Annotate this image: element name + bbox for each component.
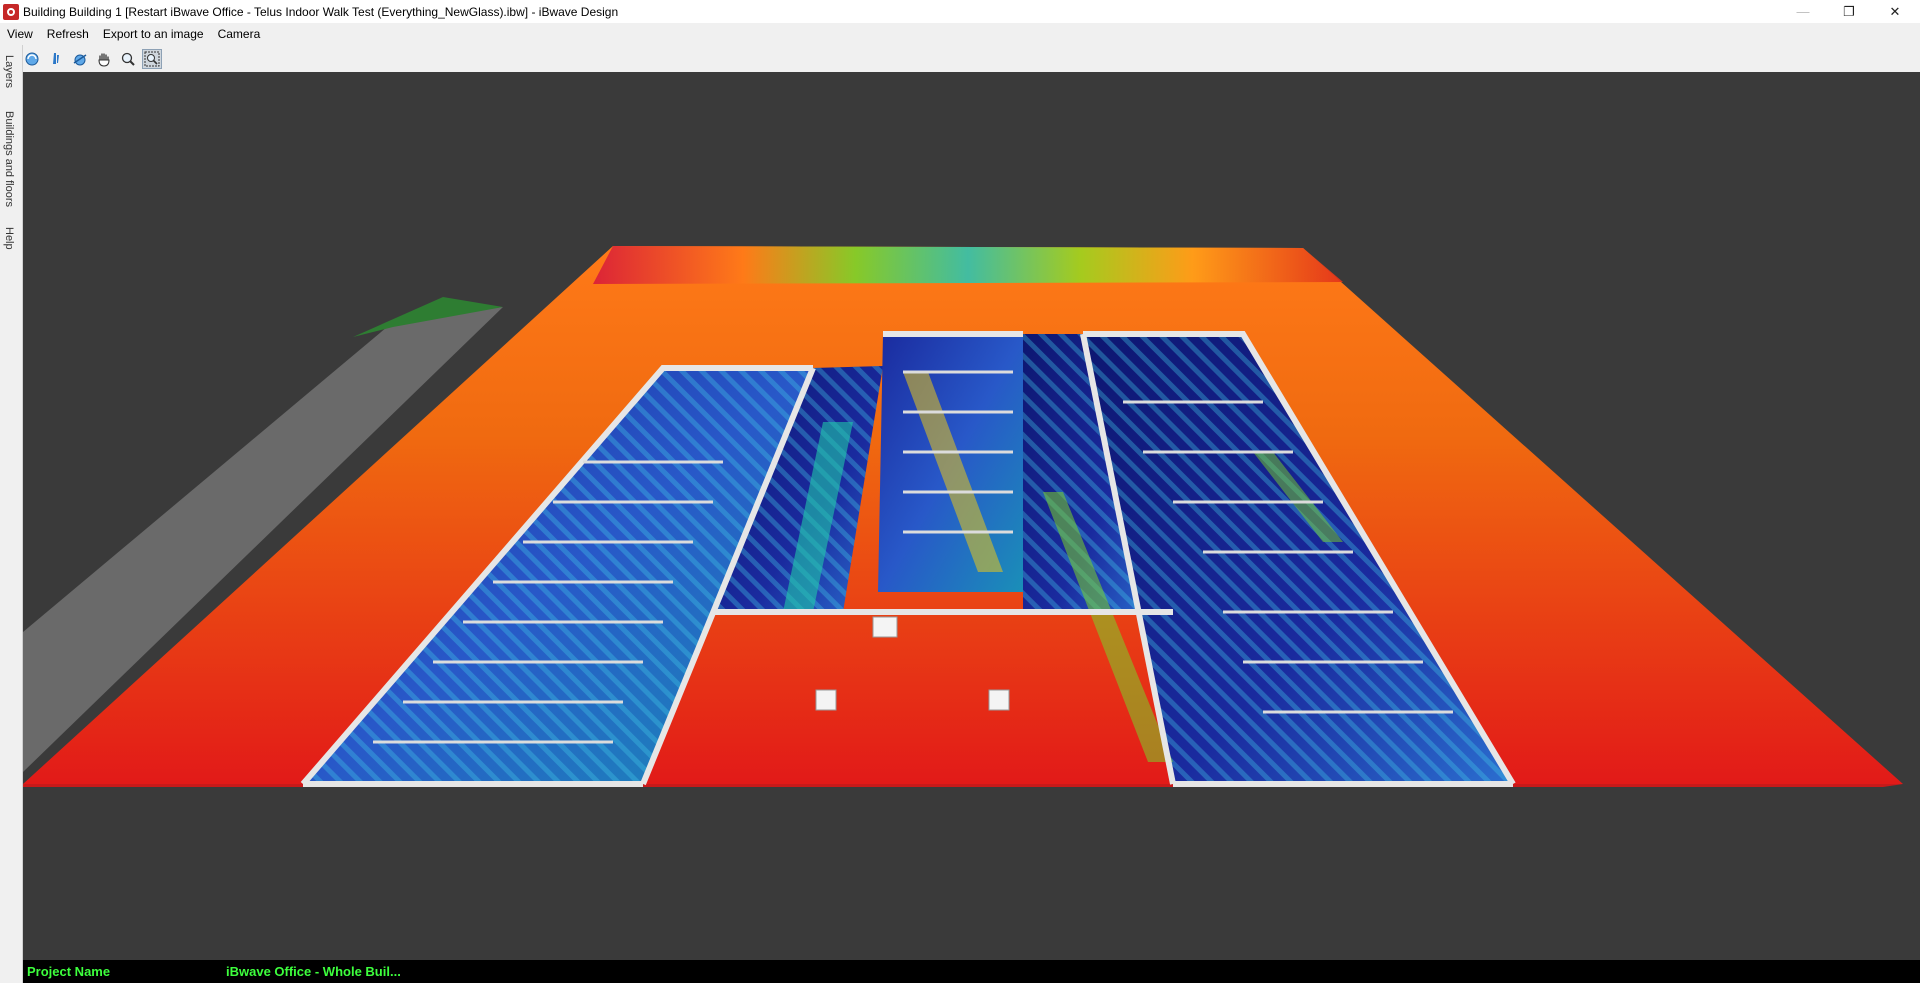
menu-bar: View Refresh Export to an image Camera [0,23,1920,45]
zoom-extents-icon [144,51,160,67]
3d-viewport[interactable] [23,72,1920,960]
app-logo-icon [3,3,19,20]
heatmap-far-edge [593,246,1343,284]
tab-layers[interactable]: Layers [3,55,15,88]
orbit-button[interactable] [70,49,90,69]
minimize-button[interactable]: — [1780,0,1826,23]
title-bar: Building Building 1 [Restart iBwave Offi… [0,0,1920,23]
rotate-icon [25,52,39,66]
tab-buildings-and-floors[interactable]: Buildings and floors [3,111,15,207]
menu-export-image[interactable]: Export to an image [96,27,211,41]
signal-heatmap-3d-render [23,246,1920,960]
restore-button[interactable]: ❐ [1826,0,1872,23]
status-label: Project Name [27,964,111,979]
close-button[interactable]: ✕ [1872,0,1918,23]
menu-view[interactable]: View [0,27,40,41]
tab-help[interactable]: Help [3,227,15,250]
menu-camera[interactable]: Camera [211,27,268,41]
orbit-icon [73,54,87,66]
window-title: Building Building 1 [Restart iBwave Offi… [23,4,619,19]
zoom-extents-button[interactable] [142,49,162,69]
walk-button[interactable] [46,49,66,69]
rotate-button[interactable] [22,49,42,69]
status-value: iBwave Office - Whole Buil... [226,964,401,979]
side-panel-tabs: Layers Buildings and floors Help [0,45,23,983]
status-bar: Project Name iBwave Office - Whole Buil.… [23,960,1920,983]
menu-refresh[interactable]: Refresh [40,27,96,41]
zoom-icon [121,52,135,66]
walk-icon [53,53,59,64]
pan-button[interactable] [94,49,114,69]
toolbar [22,47,162,71]
pan-hand-icon [98,53,110,67]
zoom-button[interactable] [118,49,138,69]
